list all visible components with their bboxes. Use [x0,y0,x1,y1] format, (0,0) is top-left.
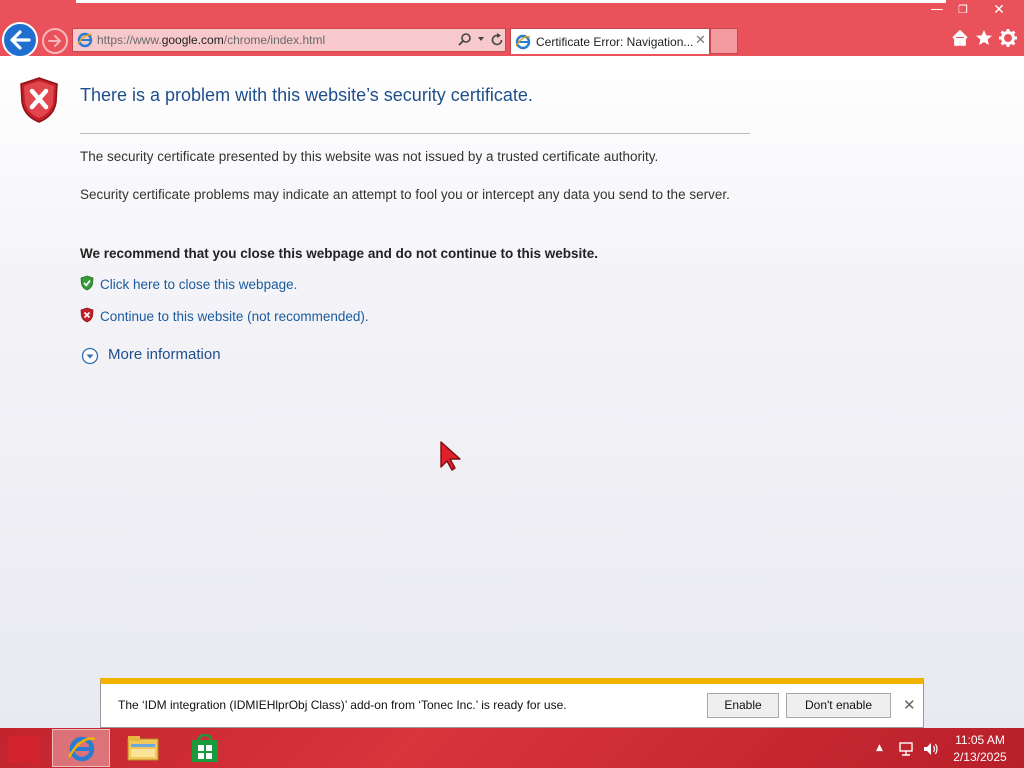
new-tab-button[interactable] [710,28,738,54]
mouse-cursor-icon [440,441,461,471]
risk-description: Security certificate problems may indica… [80,187,730,202]
restore-button[interactable]: ❐ [950,0,976,20]
store-icon[interactable] [190,734,220,764]
minimize-button[interactable]: — [924,0,950,20]
show-hidden-icons-icon[interactable]: ▲ [876,743,883,753]
back-arrow-icon [10,30,31,50]
internet-explorer-icon [67,736,96,762]
divider [80,133,750,134]
recommendation-text: We recommend that you close this webpage… [80,246,599,261]
tab-title: Certificate Error: Navigation... [536,35,694,49]
close-notification-icon[interactable]: ✕ [903,696,916,714]
url-path: /chrome/index.html [223,33,326,47]
refresh-icon[interactable] [489,32,505,48]
shield-check-icon [80,275,94,291]
ie-page-icon [77,32,93,48]
home-icon[interactable] [950,28,970,48]
taskbar-internet-explorer[interactable] [52,729,110,767]
start-button[interactable] [8,736,40,762]
gear-icon[interactable] [998,28,1018,48]
dont-enable-button[interactable]: Don't enable [786,693,891,718]
address-url[interactable]: https://www.google.com/chrome/index.html [97,33,325,47]
forward-button[interactable] [42,28,68,54]
close-window-button[interactable]: ✕ [976,0,1022,20]
expand-circle-icon [81,347,99,365]
browser-toolbar: — ❐ ✕ https://www.google.com/chrome/inde… [0,0,1024,58]
addon-notification-bar: The ‘IDM integration (IDMIEHlprObj Class… [100,678,924,728]
shield-error-icon [80,307,94,323]
ie-page-icon [515,34,531,50]
clock-time[interactable]: 11:05 AM [940,733,1020,747]
page-content: There is a problem with this website’s s… [0,56,1024,728]
title-strip [76,0,946,3]
close-tab-icon[interactable]: ✕ [695,33,706,48]
enable-button[interactable]: Enable [707,693,779,718]
search-icon[interactable] [457,32,473,48]
favorites-star-icon[interactable] [974,28,994,48]
forward-arrow-icon [48,35,61,47]
page-title: There is a problem with this website’s s… [80,85,533,105]
continue-website-link[interactable]: Continue to this website (not recommende… [100,309,369,324]
back-button[interactable] [2,22,38,58]
volume-icon[interactable] [922,740,940,758]
chevron-down-icon[interactable] [476,34,486,44]
clock-date[interactable]: 2/13/2025 [940,750,1020,764]
file-explorer-icon[interactable] [126,734,160,762]
url-domain: google.com [161,33,224,47]
url-prefix: https://www. [97,33,162,47]
error-description: The security certificate presented by th… [80,149,659,164]
notification-message: The ‘IDM integration (IDMIEHlprObj Class… [118,698,567,712]
close-webpage-link[interactable]: Click here to close this webpage. [100,277,297,292]
tab-certificate-error[interactable]: Certificate Error: Navigation... ✕ [510,28,710,54]
shield-error-icon [20,77,58,123]
network-icon[interactable] [898,741,914,757]
more-information-label: More information [108,346,221,363]
taskbar: ▲ 11:05 AM 2/13/2025 [0,728,1024,768]
address-bar[interactable]: https://www.google.com/chrome/index.html [72,28,506,52]
